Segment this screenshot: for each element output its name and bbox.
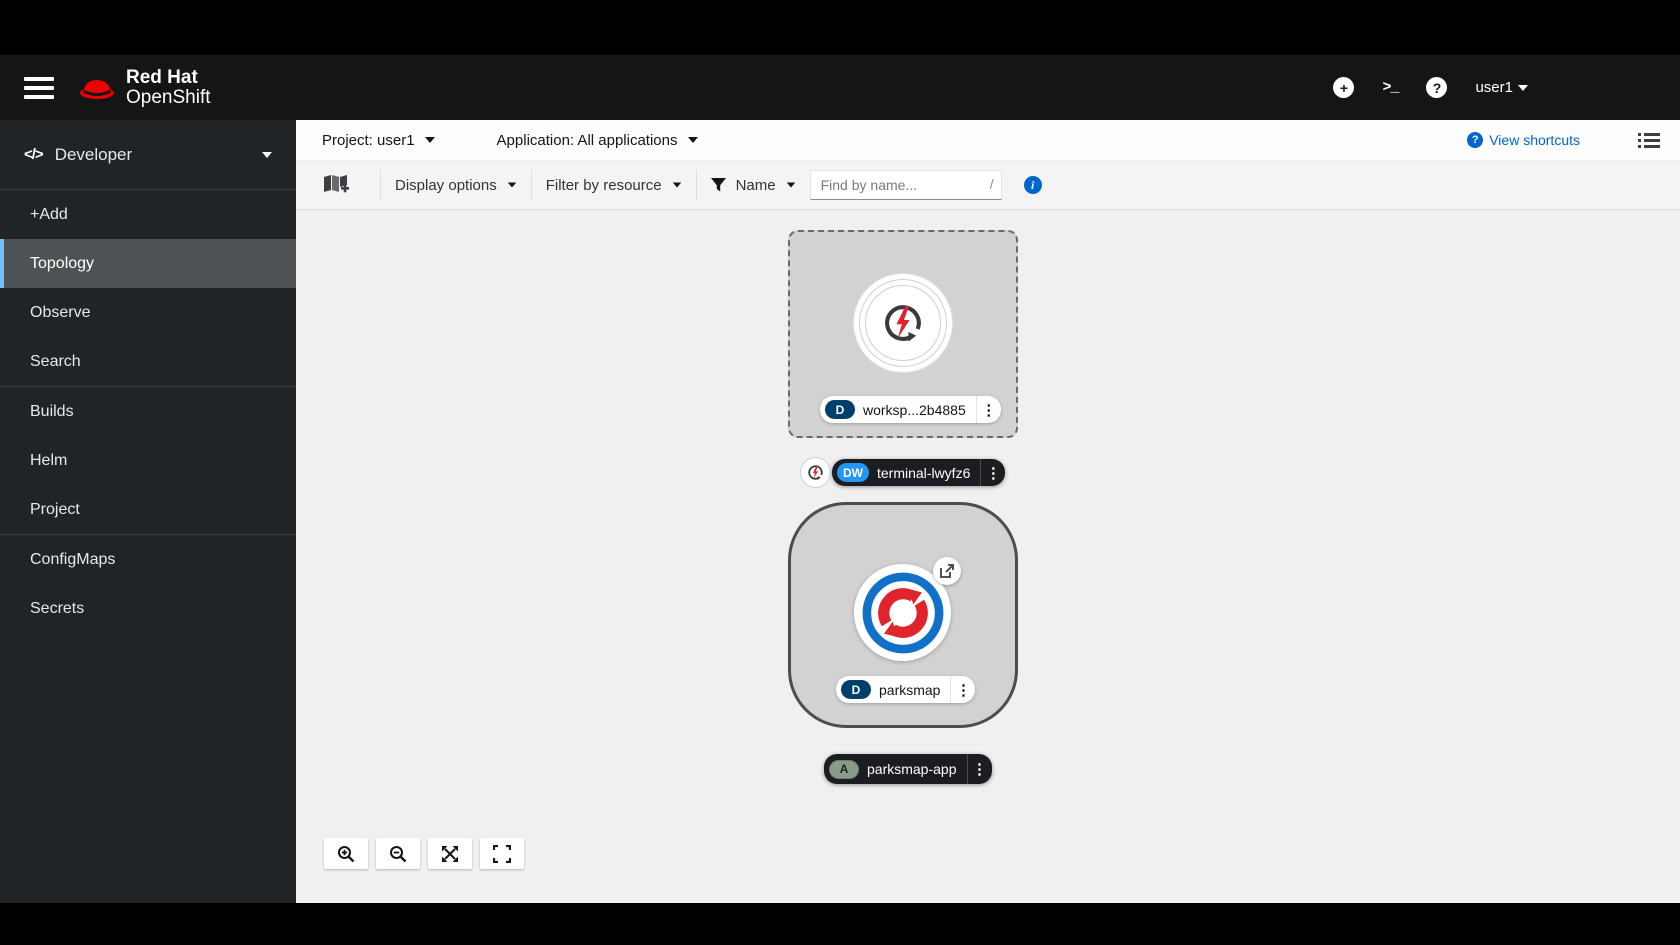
sidebar-item-builds[interactable]: Builds [0,387,296,436]
workspace-node-label[interactable]: D worksp...2b4885 ⋮ [820,396,1001,423]
context-bar: Project: user1 Application: All applicat… [296,120,1680,161]
application-dropdown-label: Application: All applications [497,132,678,149]
sidebar-item-configmaps[interactable]: ConfigMaps [0,535,296,584]
sidebar-item-add[interactable]: +Add [0,190,296,239]
filter-funnel-icon [711,178,726,192]
application-badge: A [829,760,859,779]
zoom-out-button[interactable] [376,838,420,869]
openshift-logo-icon [860,570,946,656]
sidebar-nav: </> Developer +Add Topology Observe Sear… [0,120,296,903]
canvas-controls [324,838,524,869]
parksmap-node-name: parksmap [879,682,940,698]
list-view-icon[interactable] [1638,132,1660,149]
display-options-label: Display options [395,177,497,194]
toolbar-separator [696,170,697,200]
slash-key-hint: / [990,176,994,192]
chevron-down-icon [672,182,681,187]
sidebar-item-topology[interactable]: Topology [0,239,296,288]
deployment-badge: D [841,680,871,699]
chevron-down-icon [688,137,698,143]
brand-line1: Red Hat [126,68,211,88]
chevron-down-icon [425,137,435,143]
kebab-menu-icon[interactable]: ⋮ [951,681,975,699]
chevron-down-icon [786,182,795,187]
quick-create-icon[interactable]: + [1333,77,1354,98]
display-options-dropdown[interactable]: Display options [395,177,517,194]
workspace-ring [865,285,941,361]
topology-canvas[interactable]: D worksp...2b4885 ⋮ DW terminal-lwyfz6 ⋮ [296,210,1680,903]
nav-toggle-icon[interactable] [24,77,54,99]
web-terminal-icon[interactable]: >_ [1382,79,1398,96]
external-link-icon[interactable] [933,557,961,585]
fit-to-screen-button[interactable] [428,838,472,869]
context-bar-right: ? View shortcuts [1467,132,1660,149]
help-icon[interactable]: ? [1426,77,1447,98]
brand-line2: OpenShift [126,88,211,108]
nav-group-build: Builds Helm Project [0,387,296,535]
view-shortcuts-link[interactable]: ? View shortcuts [1467,132,1580,148]
name-filter-label: Name [736,177,776,194]
zoom-in-icon [337,845,355,863]
terminal-node-label[interactable]: DW terminal-lwyfz6 ⋮ [832,459,1005,486]
zoom-out-icon [389,845,407,863]
chevron-down-icon [1518,85,1528,91]
zoom-in-button[interactable] [324,838,368,869]
reset-view-button[interactable] [480,838,524,869]
terminal-node[interactable] [801,458,830,487]
expand-arrows-icon [441,845,459,863]
application-dropdown[interactable]: Application: All applications [497,132,698,149]
terminal-node-name: terminal-lwyfz6 [877,465,970,481]
letterbox-bottom [0,903,1680,945]
redhat-fedora-icon [76,72,118,104]
fullscreen-brackets-icon [493,845,511,863]
nav-group-config: ConfigMaps Secrets [0,535,296,633]
deployment-badge: D [825,400,855,419]
app-group-name: parksmap-app [867,761,957,777]
help-circle-icon: ? [1467,132,1483,148]
letterbox-top [0,0,1680,55]
sidebar-item-search[interactable]: Search [0,337,296,386]
parksmap-node-label[interactable]: D parksmap ⋮ [836,676,975,703]
project-dropdown-label: Project: user1 [322,132,415,149]
perspective-switcher[interactable]: </> Developer [0,120,296,190]
view-shortcuts-label: View shortcuts [1489,132,1580,148]
info-icon[interactable]: i [1024,176,1042,194]
brand-text: Red Hat OpenShift [126,68,211,108]
kebab-menu-icon[interactable]: ⋮ [968,760,992,778]
filter-by-resource-label: Filter by resource [546,177,662,194]
nav-group-main: +Add Topology Observe Search [0,190,296,387]
brand-logo: Red Hat OpenShift [76,68,211,108]
masthead: Red Hat OpenShift + >_ ? user1 [0,55,1680,120]
username: user1 [1475,79,1513,96]
topology-toolbar: Display options Filter by resource Name … [296,161,1680,210]
chevron-down-icon [507,182,516,187]
devworkspace-badge: DW [837,463,869,482]
devworkspace-icon [806,463,825,482]
app-group-label[interactable]: A parksmap-app ⋮ [824,754,992,784]
user-menu[interactable]: user1 [1475,79,1528,96]
chevron-down-icon [262,152,272,158]
sidebar-item-project[interactable]: Project [0,485,296,534]
kebab-menu-icon[interactable]: ⋮ [981,464,1005,482]
name-filter-dropdown[interactable]: Name [711,177,796,194]
sidebar-item-secrets[interactable]: Secrets [0,584,296,633]
masthead-tools: + >_ ? user1 [1333,77,1528,98]
find-by-name-input[interactable] [810,170,1002,200]
workspace-node[interactable] [854,274,952,372]
toolbar-separator [380,170,381,200]
sidebar-item-observe[interactable]: Observe [0,288,296,337]
perspective-label: Developer [55,145,133,165]
toolbar-separator [531,170,532,200]
filter-by-resource-dropdown[interactable]: Filter by resource [546,177,682,194]
openshift-console: Red Hat OpenShift + >_ ? user1 </> Devel… [0,0,1680,945]
sidebar-item-helm[interactable]: Helm [0,436,296,485]
find-by-name-wrapper: / [810,170,1002,200]
code-icon: </> [24,146,43,163]
project-dropdown[interactable]: Project: user1 [322,132,435,149]
kebab-menu-icon[interactable]: ⋮ [977,401,1001,419]
workspace-node-name: worksp...2b4885 [863,402,966,418]
export-application-icon[interactable] [322,173,350,197]
